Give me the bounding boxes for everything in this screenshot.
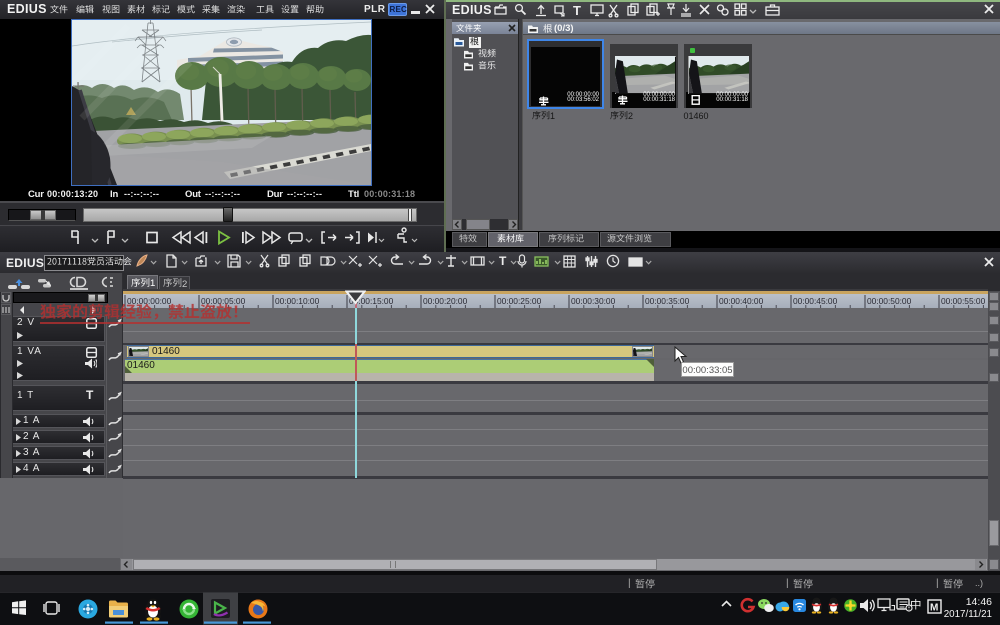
svg-text:00:00:30:00: 00:00:30:00 — [571, 296, 616, 306]
svg-text:00:00:40:00: 00:00:40:00 — [719, 296, 764, 306]
svg-text:00:00:20:00: 00:00:20:00 — [423, 296, 468, 306]
svg-text:00:00:25:00: 00:00:25:00 — [497, 296, 542, 306]
svg-text:00:00:55:00: 00:00:55:00 — [941, 296, 986, 306]
svg-text:T: T — [573, 3, 581, 18]
svg-text:00:00:50:00: 00:00:50:00 — [867, 296, 912, 306]
svg-text:00:00:10:00: 00:00:10:00 — [275, 296, 320, 306]
svg-text:00:00:45:00: 00:00:45:00 — [793, 296, 838, 306]
svg-text:00:00:35:00: 00:00:35:00 — [645, 296, 690, 306]
svg-text:T: T — [499, 254, 507, 268]
